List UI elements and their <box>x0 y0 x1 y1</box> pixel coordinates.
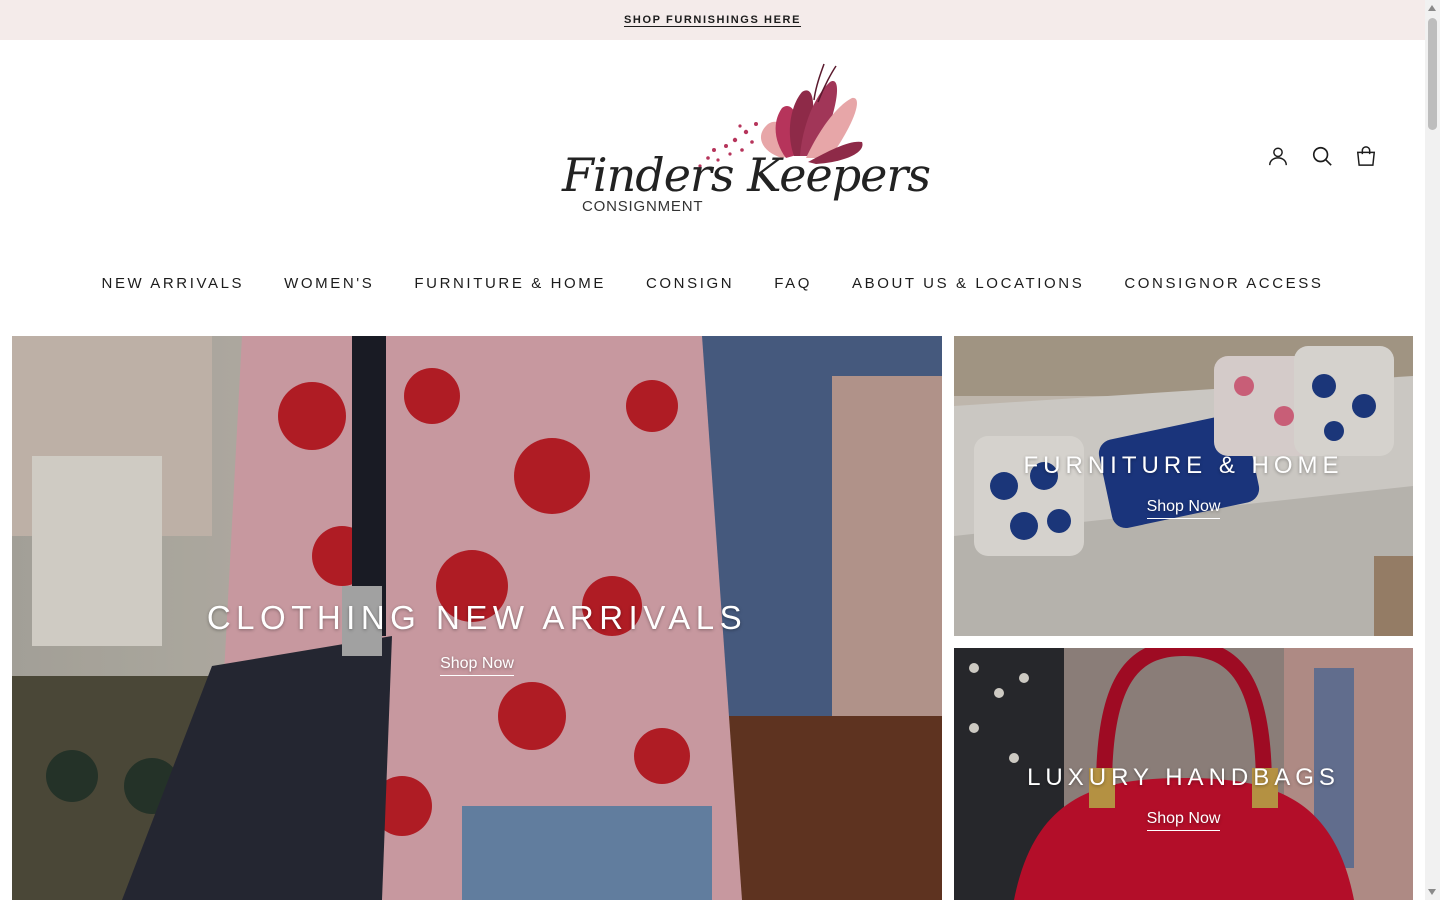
cart-icon[interactable] <box>1354 144 1378 168</box>
header-icons <box>1266 144 1378 168</box>
announcement-bar: SHOP FURNISHINGS HERE <box>0 0 1425 40</box>
account-icon[interactable] <box>1266 144 1290 168</box>
scroll-thumb[interactable] <box>1428 18 1437 130</box>
nav-item-about-locations[interactable]: ABOUT US & LOCATIONS <box>852 275 1084 292</box>
furniture-tile-title: FURNITURE & HOME <box>1023 452 1344 479</box>
site-header: Finders Keepers CONSIGNMENT <box>0 40 1425 250</box>
furniture-tile-content: FURNITURE & HOME Shop Now <box>954 452 1413 519</box>
clothing-tile-title: CLOTHING NEW ARRIVALS <box>206 599 748 636</box>
scroll-up-arrow-icon[interactable] <box>1428 5 1436 11</box>
handbags-shop-now-link[interactable]: Shop Now <box>1146 810 1221 831</box>
nav-item-faq[interactable]: FAQ <box>774 275 812 292</box>
page-scrollbar[interactable] <box>1425 0 1440 900</box>
handbags-tile-title: LUXURY HANDBAGS <box>1027 764 1340 791</box>
hero-furniture-tile[interactable]: FURNITURE & HOME Shop Now <box>954 336 1413 636</box>
scroll-down-arrow-icon[interactable] <box>1428 889 1436 895</box>
page: SHOP FURNISHINGS HERE Finders Keepers CO… <box>0 0 1425 900</box>
nav-item-new-arrivals[interactable]: NEW ARRIVALS <box>102 275 245 292</box>
nav-item-consignor-access[interactable]: CONSIGNOR ACCESS <box>1124 275 1323 292</box>
clothing-tile-content: CLOTHING NEW ARRIVALS Shop Now <box>12 599 942 676</box>
logo-subtitle: CONSIGNMENT <box>582 198 704 215</box>
search-icon[interactable] <box>1310 144 1334 168</box>
hero-handbags-tile[interactable]: LUXURY HANDBAGS Shop Now <box>954 648 1413 900</box>
nav-item-consign[interactable]: CONSIGN <box>646 275 734 292</box>
hero-clothing-tile[interactable]: CLOTHING NEW ARRIVALS Shop Now <box>12 336 942 900</box>
nav-item-furniture-home[interactable]: FURNITURE & HOME <box>414 275 606 292</box>
handbags-tile-content: LUXURY HANDBAGS Shop Now <box>954 764 1413 831</box>
store-logo[interactable]: Finders Keepers CONSIGNMENT <box>560 62 931 222</box>
announcement-link[interactable]: SHOP FURNISHINGS HERE <box>624 14 801 26</box>
logo-script-text: Finders Keepers <box>562 148 931 202</box>
main-navigation: NEW ARRIVALS WOMEN'S FURNITURE & HOME CO… <box>0 250 1425 336</box>
clothing-shop-now-link[interactable]: Shop Now <box>440 655 514 676</box>
furniture-shop-now-link[interactable]: Shop Now <box>1146 498 1221 519</box>
nav-item-womens[interactable]: WOMEN'S <box>284 275 374 292</box>
